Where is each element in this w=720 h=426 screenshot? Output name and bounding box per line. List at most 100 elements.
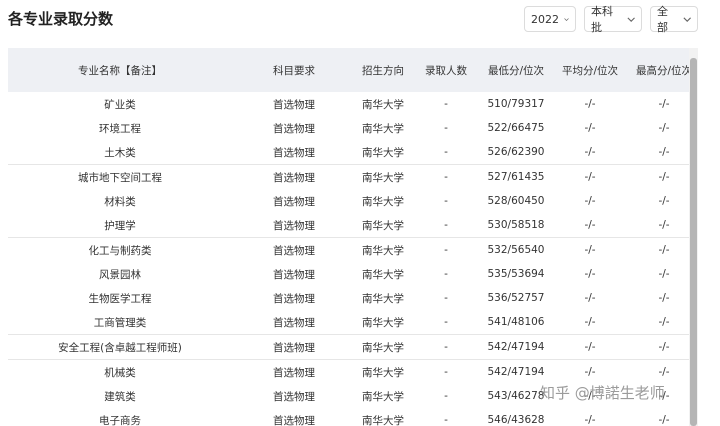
table-row[interactable]: 矿业类 首选物理 南华大学 - 510/79317 -/- -/- — [8, 92, 698, 116]
cell-max: -/- — [658, 98, 670, 110]
cell-max: -/- — [658, 414, 670, 426]
header-max: 最高分/位次 — [635, 64, 693, 77]
cell-max: -/- — [658, 292, 670, 304]
cell-subject: 首选物理 — [273, 219, 315, 232]
cell-subject: 首选物理 — [273, 244, 315, 257]
cell-subject: 首选物理 — [273, 316, 315, 329]
scrollbar-thumb[interactable] — [690, 58, 697, 426]
cell-major: 生物医学工程 — [88, 292, 152, 305]
cell-max: -/- — [658, 171, 670, 183]
cell-avg: -/- — [584, 244, 596, 256]
cell-count: - — [444, 366, 448, 378]
cell-direction: 南华大学 — [362, 341, 404, 354]
cell-subject: 首选物理 — [273, 292, 315, 305]
year-dropdown-value: 2022 — [531, 12, 559, 26]
cell-avg: -/- — [584, 366, 596, 378]
cell-direction: 南华大学 — [362, 268, 404, 281]
cell-major: 城市地下空间工程 — [78, 171, 162, 184]
cell-direction: 南华大学 — [362, 171, 404, 184]
table-row[interactable]: 化工与制药类 首选物理 南华大学 - 532/56540 -/- -/- — [8, 237, 698, 262]
cell-avg: -/- — [584, 98, 596, 110]
cell-avg: -/- — [584, 122, 596, 134]
cell-count: - — [444, 98, 448, 110]
cell-major: 风景园林 — [99, 268, 141, 281]
table-row[interactable]: 工商管理类 首选物理 南华大学 - 541/48106 -/- -/- — [8, 310, 698, 334]
cell-count: - — [444, 219, 448, 231]
cell-max: -/- — [658, 268, 670, 280]
cell-count: - — [444, 171, 448, 183]
batch-dropdown[interactable]: 本科批 — [584, 5, 642, 34]
cell-direction: 南华大学 — [362, 122, 404, 135]
cell-direction: 南华大学 — [362, 219, 404, 232]
table-row[interactable]: 环境工程 首选物理 南华大学 - 522/66475 -/- -/- — [8, 116, 698, 140]
cell-min: 526/62390 — [487, 146, 545, 158]
cell-min: 532/56540 — [487, 244, 545, 256]
cell-min: 535/53694 — [487, 268, 545, 280]
cell-avg: -/- — [584, 414, 596, 426]
cell-major: 安全工程(含卓越工程师班) — [58, 341, 182, 354]
header-min: 最低分/位次 — [487, 64, 545, 77]
cell-direction: 南华大学 — [362, 146, 404, 159]
cell-subject: 首选物理 — [273, 390, 315, 403]
cell-major: 矿业类 — [104, 98, 136, 111]
cell-max: -/- — [658, 219, 670, 231]
table-row[interactable]: 护理学 首选物理 南华大学 - 530/58518 -/- -/- — [8, 213, 698, 237]
cell-count: - — [444, 268, 448, 280]
cell-subject: 首选物理 — [273, 268, 315, 281]
cell-min: 528/60450 — [487, 195, 545, 207]
cell-major: 环境工程 — [99, 122, 141, 135]
scope-dropdown[interactable]: 全部 — [650, 5, 698, 34]
chevron-down-icon — [683, 16, 691, 22]
table-row[interactable]: 电子商务 首选物理 南华大学 - 546/43628 -/- -/- — [8, 408, 698, 426]
header-subject: 科目要求 — [273, 64, 315, 77]
cell-max: -/- — [658, 122, 670, 134]
cell-avg: -/- — [584, 171, 596, 183]
cell-min: 536/52757 — [487, 292, 545, 304]
cell-major: 工商管理类 — [93, 316, 147, 329]
cell-subject: 首选物理 — [273, 195, 315, 208]
watermark: 知乎 @博諾生老师 — [540, 384, 665, 402]
cell-major: 化工与制药类 — [88, 244, 152, 257]
table-body: 矿业类 首选物理 南华大学 -510/79317 -/- -/- 环境工程 首选物理 南华大学 -… — [8, 92, 698, 426]
table-row[interactable]: 生物医学工程 首选物理 南华大学 - 536/52757 -/- -/- — [8, 286, 698, 310]
cell-count: - — [444, 292, 448, 304]
cell-direction: 南华大学 — [362, 366, 404, 379]
header-count: 录取人数 — [425, 64, 467, 77]
cell-direction: 南华大学 — [362, 390, 404, 403]
cell-avg: -/- — [584, 316, 596, 328]
table-row[interactable]: 土木类 首选物理 南华大学 - 526/62390 -/- -/- — [8, 140, 698, 164]
table-row[interactable]: 安全工程(含卓越工程师班) 首选物理 南华大学 - 542/47194 -/- -/- — [8, 334, 698, 359]
cell-subject: 首选物理 — [273, 122, 315, 135]
header-avg: 平均分/位次 — [561, 64, 619, 77]
table-header: 专业名称【备注】 科目要求 招生方向 录取人数 最低分/位次 平均分/位次 最高… — [8, 48, 698, 92]
cell-count: - — [444, 414, 448, 426]
cell-min: 530/58518 — [487, 219, 545, 231]
cell-max: -/- — [658, 341, 670, 353]
admission-score-table: 专业名称【备注】 科目要求 招生方向 录取人数 最低分/位次 平均分/位次 最高… — [8, 48, 698, 426]
cell-min: 542/47194 — [487, 341, 545, 353]
scrollbar[interactable] — [689, 48, 698, 426]
cell-count: - — [444, 341, 448, 353]
batch-dropdown-value: 本科批 — [591, 5, 613, 34]
table-row[interactable]: 材料类 首选物理 南华大学 - 528/60450 -/- -/- — [8, 189, 698, 213]
cell-max: -/- — [658, 366, 670, 378]
cell-min: 522/66475 — [487, 122, 545, 134]
header-major: 专业名称【备注】 — [78, 64, 162, 77]
table-row[interactable]: 风景园林 首选物理 南华大学 - 535/53694 -/- -/- — [8, 262, 698, 286]
header-direction: 招生方向 — [362, 64, 404, 77]
cell-subject: 首选物理 — [273, 414, 315, 426]
table-row[interactable]: 机械类 首选物理 南华大学 - 542/47194 -/- -/- — [8, 359, 698, 384]
year-dropdown[interactable]: 2022 — [524, 6, 576, 32]
cell-max: -/- — [658, 146, 670, 158]
cell-count: - — [444, 316, 448, 328]
table-row[interactable]: 城市地下空间工程 首选物理 南华大学 - 527/61435 -/- -/- — [8, 164, 698, 189]
cell-min: 510/79317 — [487, 98, 545, 110]
cell-min: 527/61435 — [487, 171, 545, 183]
cell-avg: -/- — [584, 195, 596, 207]
cell-max: -/- — [658, 316, 670, 328]
cell-direction: 南华大学 — [362, 414, 404, 426]
cell-max: -/- — [658, 244, 670, 256]
cell-avg: -/- — [584, 219, 596, 231]
cell-major: 电子商务 — [99, 414, 141, 426]
cell-min: 546/43628 — [487, 414, 545, 426]
